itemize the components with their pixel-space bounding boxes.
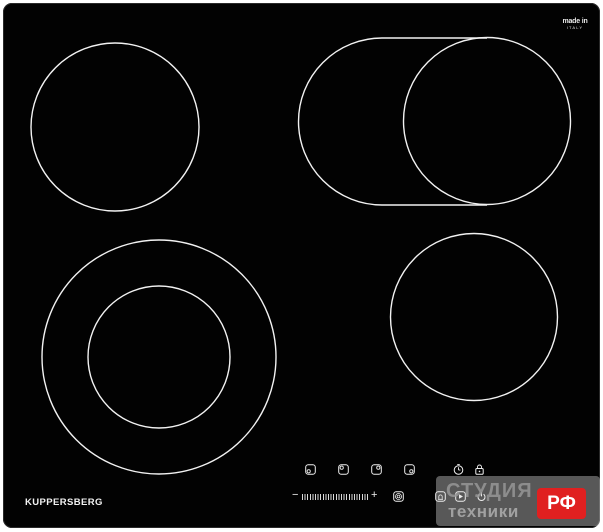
zone-front-left-icon xyxy=(305,464,316,475)
cooking-zone-front-left-inner xyxy=(87,285,231,429)
zone-rear-right-icon xyxy=(371,464,382,475)
lock-icon xyxy=(475,464,484,475)
zone-select-front-right-button[interactable] xyxy=(404,464,415,475)
timer-button[interactable] xyxy=(453,464,464,475)
cooking-zone-rear-left xyxy=(30,42,200,212)
slider-minus-label: − xyxy=(292,489,299,501)
slider-plus-label: + xyxy=(371,489,378,501)
cooking-zone-rear-right-extended xyxy=(297,37,487,206)
brand-logo: KUPPERSBERG xyxy=(25,497,103,508)
power-level-slider[interactable]: − + xyxy=(292,489,378,503)
watermark-line1: СТУДИЯ xyxy=(446,480,533,502)
cooktop-surface: made in ITALY − + KUPPERSBERG xyxy=(3,3,600,528)
watermark-line2: техники xyxy=(448,502,519,521)
cooking-zone-front-left-outer xyxy=(41,239,277,475)
dual-zone-icon xyxy=(393,491,404,502)
zone-select-front-left-button[interactable] xyxy=(305,464,316,475)
made-in-italy-logo: made in ITALY xyxy=(560,18,590,30)
zone-select-rear-left-button[interactable] xyxy=(338,464,349,475)
zone-select-rear-right-button[interactable] xyxy=(371,464,382,475)
slider-scale xyxy=(302,494,368,500)
watermark: СТУДИЯ техники РФ xyxy=(436,476,600,526)
zone-front-right-icon xyxy=(404,464,415,475)
cooking-zone-rear-right xyxy=(402,36,572,206)
made-in-logo-text: made in xyxy=(562,18,588,25)
cooking-zones xyxy=(30,36,572,475)
watermark-badge: РФ xyxy=(537,488,586,519)
made-in-country: ITALY xyxy=(566,25,584,30)
child-lock-button[interactable] xyxy=(474,464,485,475)
dual-zone-button[interactable] xyxy=(393,491,404,502)
timer-icon xyxy=(453,464,464,475)
cooking-zone-front-right xyxy=(389,232,559,402)
zone-rear-left-icon xyxy=(338,464,349,475)
